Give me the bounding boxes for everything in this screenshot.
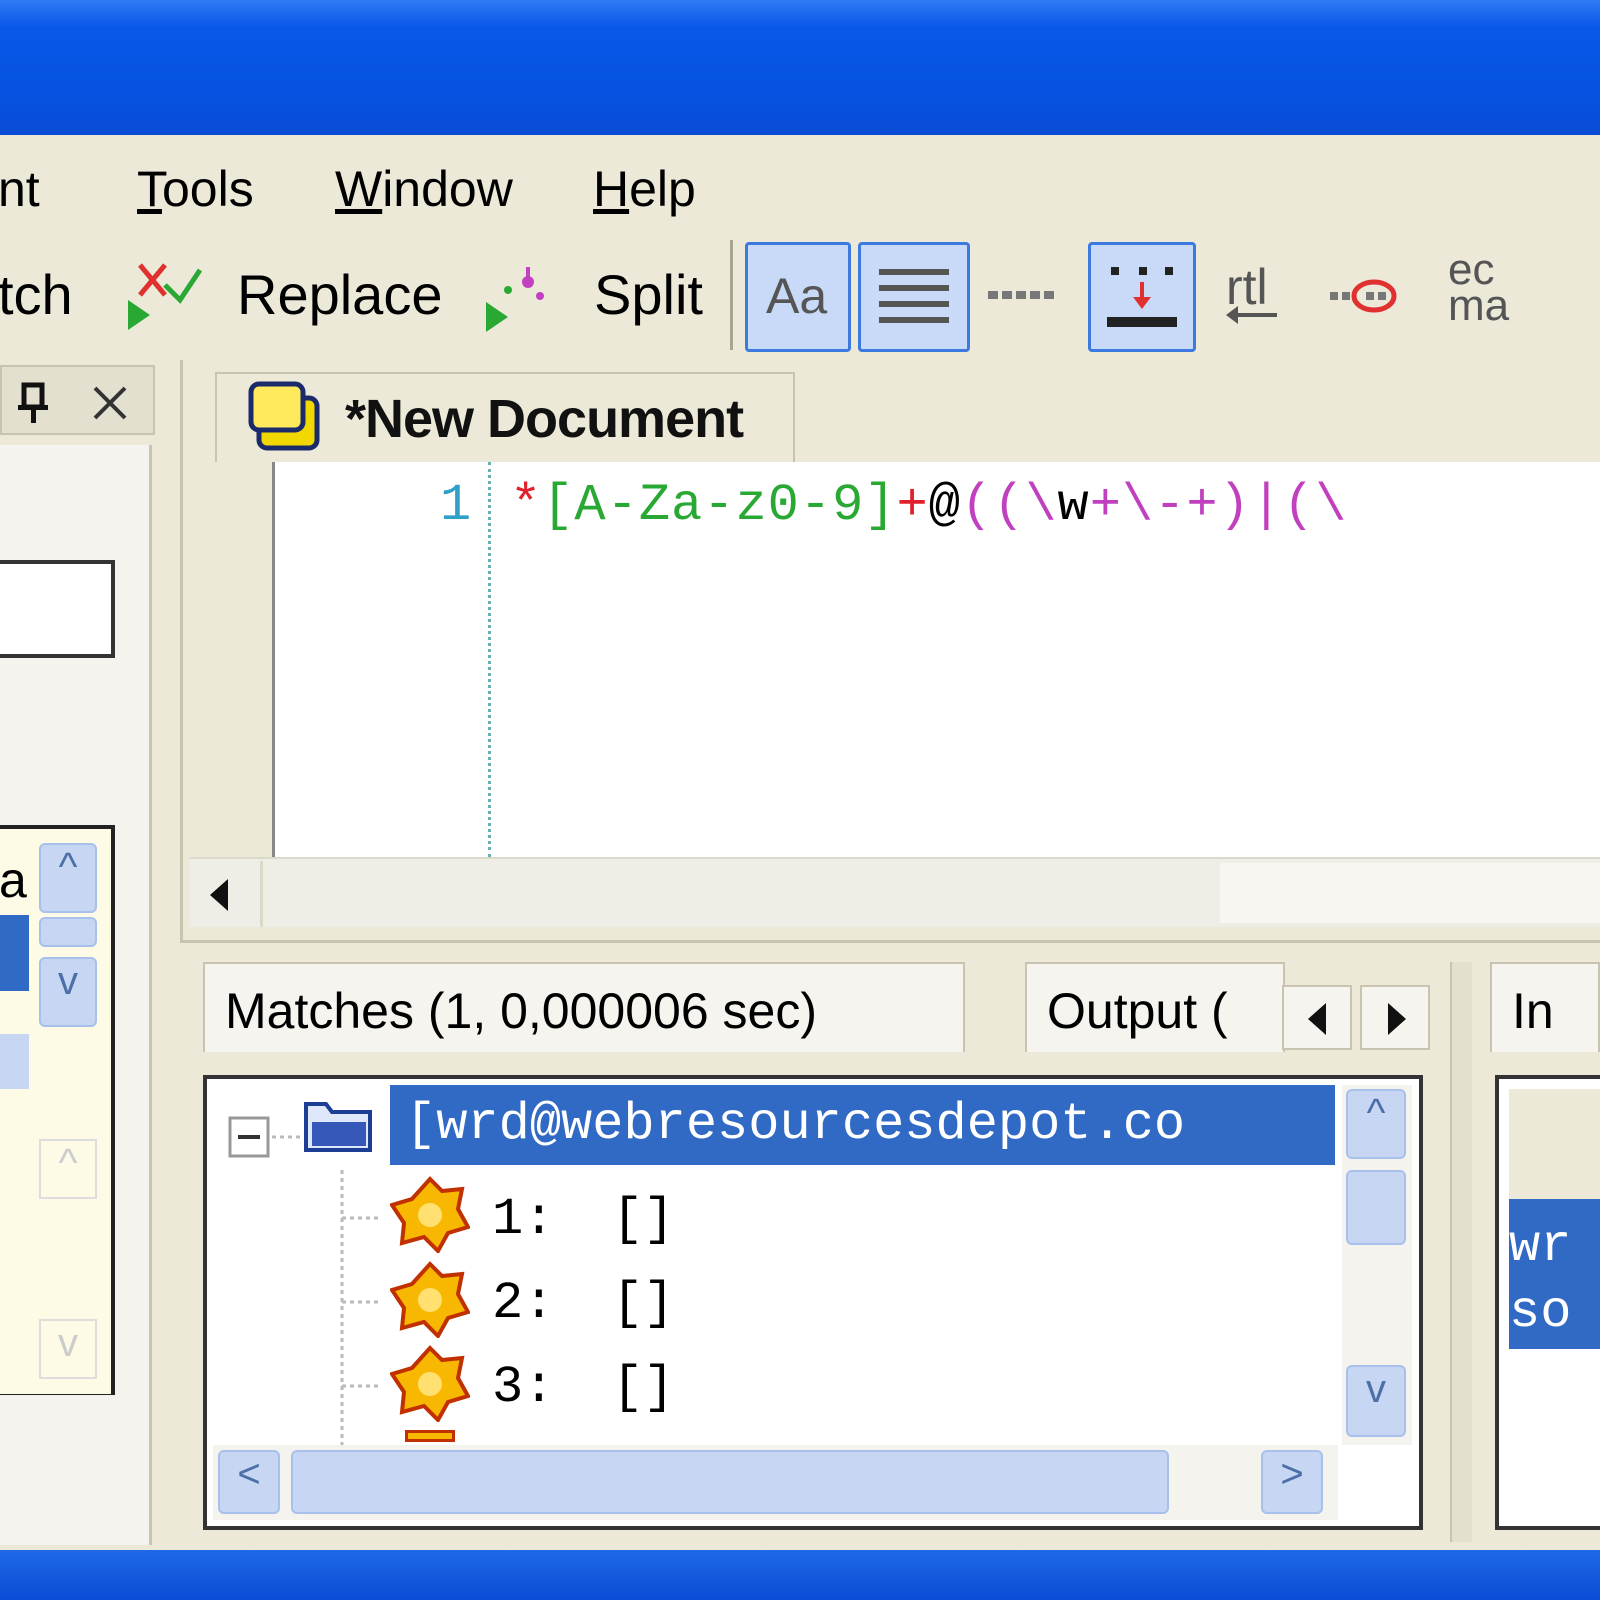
group-label[interactable]: 1: xyxy=(492,1190,554,1249)
input-text-line: wr xyxy=(1509,1217,1572,1276)
close-icon[interactable] xyxy=(90,383,130,423)
code-token: +\-+) xyxy=(1089,476,1251,535)
left-pane-input[interactable] xyxy=(0,560,115,658)
tab-input[interactable]: In xyxy=(1490,962,1600,1052)
window-title-bar[interactable] xyxy=(0,0,1600,135)
list-header-fragment: a xyxy=(0,852,27,908)
detail-scroll-down-icon[interactable]: v xyxy=(39,1319,97,1379)
pin-icon[interactable] xyxy=(14,381,54,425)
code-token: (\ xyxy=(1283,476,1348,535)
group-value: [] xyxy=(612,1274,675,1333)
input-selected-text[interactable]: wr so xyxy=(1509,1199,1600,1349)
replace-icon xyxy=(128,263,203,330)
scroll-left-icon[interactable] xyxy=(206,875,236,915)
tree-hscroll-thumb[interactable] xyxy=(291,1450,1169,1514)
match-button[interactable]: tch xyxy=(0,262,73,327)
code-token: w xyxy=(1057,476,1090,535)
scroll-track-divider xyxy=(260,861,263,927)
ecma-label-bottom: ma xyxy=(1448,281,1510,330)
group-icon xyxy=(390,1345,470,1422)
dotted-line-icon[interactable] xyxy=(988,285,1060,305)
ignore-case-button[interactable]: Aa xyxy=(745,242,851,352)
folder-icon xyxy=(304,1102,372,1152)
left-pane-header xyxy=(0,365,155,435)
regex-code-line[interactable]: *[A-Za-z0-9]+@((\w+\-+)|(\ xyxy=(510,476,1347,535)
menu-item-document[interactable]: nt xyxy=(0,160,40,218)
menu-item-tools[interactable]: Tools xyxy=(137,160,254,218)
tab-output[interactable]: Output ( xyxy=(1025,962,1285,1052)
input-pane[interactable]: wr so xyxy=(1495,1075,1600,1530)
editor-horizontal-scrollbar[interactable] xyxy=(190,857,1600,927)
code-token: * xyxy=(510,476,543,535)
tree-vertical-scrollbar[interactable]: ^ v xyxy=(1342,1085,1412,1445)
capture-icon xyxy=(1107,267,1177,327)
group-label[interactable]: 3: xyxy=(492,1358,554,1417)
tree-lines xyxy=(228,1116,378,1450)
whitespace-icon[interactable] xyxy=(1330,278,1402,314)
tab-scroll-left-icon[interactable] xyxy=(1282,985,1352,1050)
editor-scroll-thumb[interactable] xyxy=(1220,863,1600,923)
tree-scroll-left-icon[interactable]: < xyxy=(218,1450,280,1514)
scroll-down-icon[interactable]: v xyxy=(39,957,97,1027)
group-icon xyxy=(390,1261,470,1338)
code-token: @ xyxy=(928,476,961,535)
input-text-line: so xyxy=(1509,1283,1572,1342)
tree-scroll-thumb[interactable] xyxy=(1346,1170,1406,1245)
match-value: [wrd@webresourcesdepot.co xyxy=(405,1095,1186,1154)
multiline-button[interactable] xyxy=(858,242,970,352)
code-token: | xyxy=(1250,476,1284,535)
toolbar-separator xyxy=(730,240,733,350)
line-number: 1 xyxy=(440,476,472,535)
group-value: [] xyxy=(612,1358,675,1417)
code-token: [A-Za-z0-9] xyxy=(542,476,897,535)
menu-item-window[interactable]: Window xyxy=(335,160,513,218)
split-icon xyxy=(486,267,544,332)
menu-item-help[interactable]: Help xyxy=(593,160,696,218)
editor-gutter xyxy=(190,462,270,862)
group-label[interactable]: 2: xyxy=(492,1274,554,1333)
tab-scroll-right-icon[interactable] xyxy=(1360,985,1430,1050)
case-label: Aa xyxy=(766,268,828,324)
list-row[interactable] xyxy=(0,1034,29,1089)
document-icon xyxy=(248,381,320,451)
line-number-divider xyxy=(488,462,491,857)
scroll-up-icon[interactable]: ^ xyxy=(39,843,97,913)
detail-scroll-up-icon[interactable]: ^ xyxy=(39,1139,97,1199)
document-title[interactable]: *New Document xyxy=(345,388,744,450)
left-pane-list[interactable]: a ^ v ^ v xyxy=(0,825,115,1395)
pane-splitter[interactable] xyxy=(1450,962,1472,1542)
input-pane-header xyxy=(1509,1089,1600,1199)
lines-icon xyxy=(879,269,949,323)
tree-horizontal-scrollbar[interactable]: < > xyxy=(213,1445,1338,1520)
window-bottom-border xyxy=(0,1550,1600,1600)
code-token: + xyxy=(896,476,929,535)
rtl-arrow-icon xyxy=(1226,306,1277,324)
scroll-thumb[interactable] xyxy=(39,917,97,947)
group-value: [] xyxy=(612,1190,675,1249)
replace-button[interactable]: Replace xyxy=(237,262,442,327)
code-token: ((\ xyxy=(960,476,1058,535)
match-row-selected[interactable]: [wrd@webresourcesdepot.co xyxy=(390,1085,1335,1165)
explicit-capture-button[interactable] xyxy=(1088,242,1196,352)
tab-matches[interactable]: Matches (1, 0,000006 sec) xyxy=(203,962,965,1052)
ecma-button[interactable]: ec ma xyxy=(1448,248,1510,330)
tree-scroll-right-icon[interactable]: > xyxy=(1261,1450,1323,1514)
group-icon xyxy=(390,1176,470,1253)
split-button[interactable]: Split xyxy=(594,262,703,327)
list-selected-row[interactable] xyxy=(0,915,29,991)
group-icon-partial xyxy=(405,1430,455,1442)
tree-scroll-up-icon[interactable]: ^ xyxy=(1346,1089,1406,1159)
tree-scroll-down-icon[interactable]: v xyxy=(1346,1365,1406,1437)
